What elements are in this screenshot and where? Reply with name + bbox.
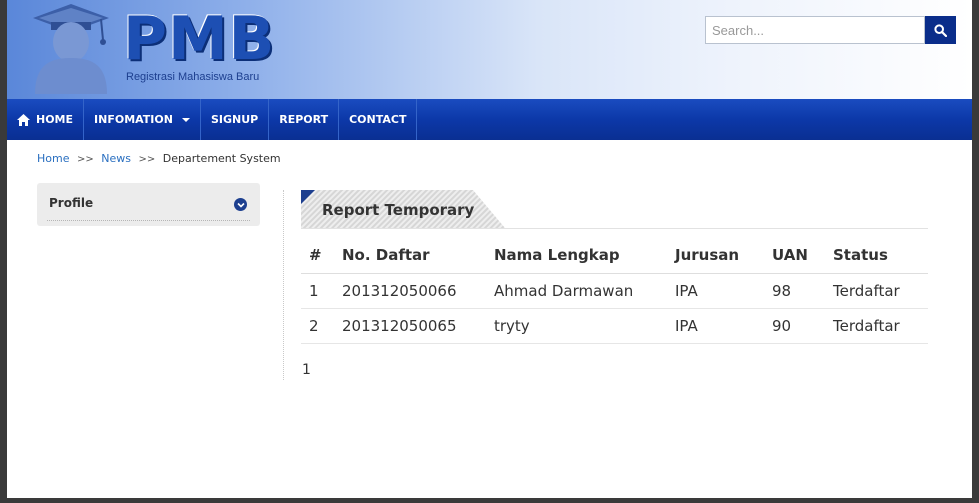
section-tab: Report Temporary bbox=[301, 190, 511, 228]
sidebar-title: Profile bbox=[49, 196, 94, 210]
main-nav: HOME INFOMATION SIGNUP REPORT CONTACT bbox=[7, 99, 972, 140]
report-table: # No. Daftar Nama Lengkap Jurusan UAN St… bbox=[301, 238, 928, 344]
section-title: Report Temporary bbox=[322, 201, 475, 219]
caret-down-icon bbox=[181, 117, 190, 122]
col-number: # bbox=[301, 238, 334, 274]
col-no-daftar: No. Daftar bbox=[334, 238, 486, 274]
search-button[interactable] bbox=[925, 16, 956, 44]
table-row: 1 201312050066 Ahmad Darmawan IPA 98 Ter… bbox=[301, 273, 928, 309]
pagination-page-1[interactable]: 1 bbox=[302, 362, 311, 378]
breadcrumb-news[interactable]: News bbox=[101, 152, 131, 165]
divider bbox=[47, 220, 250, 221]
cell-nama-lengkap: Ahmad Darmawan bbox=[486, 273, 667, 309]
nav-infomation-label: INFOMATION bbox=[94, 113, 173, 126]
cell-no-daftar: 201312050065 bbox=[334, 308, 486, 344]
nav-home-label: HOME bbox=[36, 113, 74, 126]
breadcrumb-separator: >> bbox=[76, 154, 94, 165]
nav-report[interactable]: REPORT bbox=[269, 99, 340, 140]
cell-nama-lengkap: tryty bbox=[486, 308, 667, 344]
breadcrumb: Home >> News >> Departement System bbox=[37, 152, 281, 165]
col-nama-lengkap: Nama Lengkap bbox=[486, 238, 667, 274]
col-status: Status bbox=[825, 238, 928, 274]
cell-no-daftar: 201312050066 bbox=[334, 273, 486, 309]
site-subtitle: Registrasi Mahasiswa Baru bbox=[126, 71, 260, 83]
nav-report-label: REPORT bbox=[279, 113, 329, 126]
graduate-icon bbox=[33, 4, 109, 94]
nav-home[interactable]: HOME bbox=[7, 99, 85, 140]
breadcrumb-current: Departement System bbox=[162, 152, 281, 165]
nav-signup[interactable]: SIGNUP bbox=[201, 99, 270, 140]
header: PMB Registrasi Mahasiswa Baru bbox=[7, 0, 972, 99]
table-header-row: # No. Daftar Nama Lengkap Jurusan UAN St… bbox=[301, 238, 928, 274]
cell-status: Terdaftar bbox=[825, 273, 928, 309]
cell-jurusan: IPA bbox=[667, 273, 764, 309]
cell-number: 1 bbox=[301, 273, 334, 309]
col-jurusan: Jurusan bbox=[667, 238, 764, 274]
column-divider bbox=[283, 190, 284, 380]
chevron-down-icon[interactable] bbox=[234, 198, 247, 211]
heading-divider bbox=[301, 228, 928, 229]
nav-signup-label: SIGNUP bbox=[210, 113, 259, 126]
col-uan: UAN bbox=[764, 238, 825, 274]
search-icon bbox=[934, 23, 947, 37]
nav-contact[interactable]: CONTACT bbox=[339, 99, 418, 140]
cell-uan: 90 bbox=[764, 308, 825, 344]
nav-infomation[interactable]: INFOMATION bbox=[84, 99, 201, 140]
cell-jurusan: IPA bbox=[667, 308, 764, 344]
home-icon bbox=[17, 113, 30, 126]
breadcrumb-home[interactable]: Home bbox=[37, 152, 69, 165]
cell-uan: 98 bbox=[764, 273, 825, 309]
site-logo[interactable]: PMB bbox=[123, 6, 275, 72]
cell-number: 2 bbox=[301, 308, 334, 344]
breadcrumb-separator: >> bbox=[138, 154, 156, 165]
table-row: 2 201312050065 tryty IPA 90 Terdaftar bbox=[301, 308, 928, 344]
cell-status: Terdaftar bbox=[825, 308, 928, 344]
page: PMB Registrasi Mahasiswa Baru HOME INFOM… bbox=[7, 0, 972, 498]
sidebar-profile-panel[interactable]: Profile bbox=[37, 183, 260, 226]
nav-contact-label: CONTACT bbox=[349, 113, 407, 126]
search-input[interactable] bbox=[705, 16, 925, 44]
